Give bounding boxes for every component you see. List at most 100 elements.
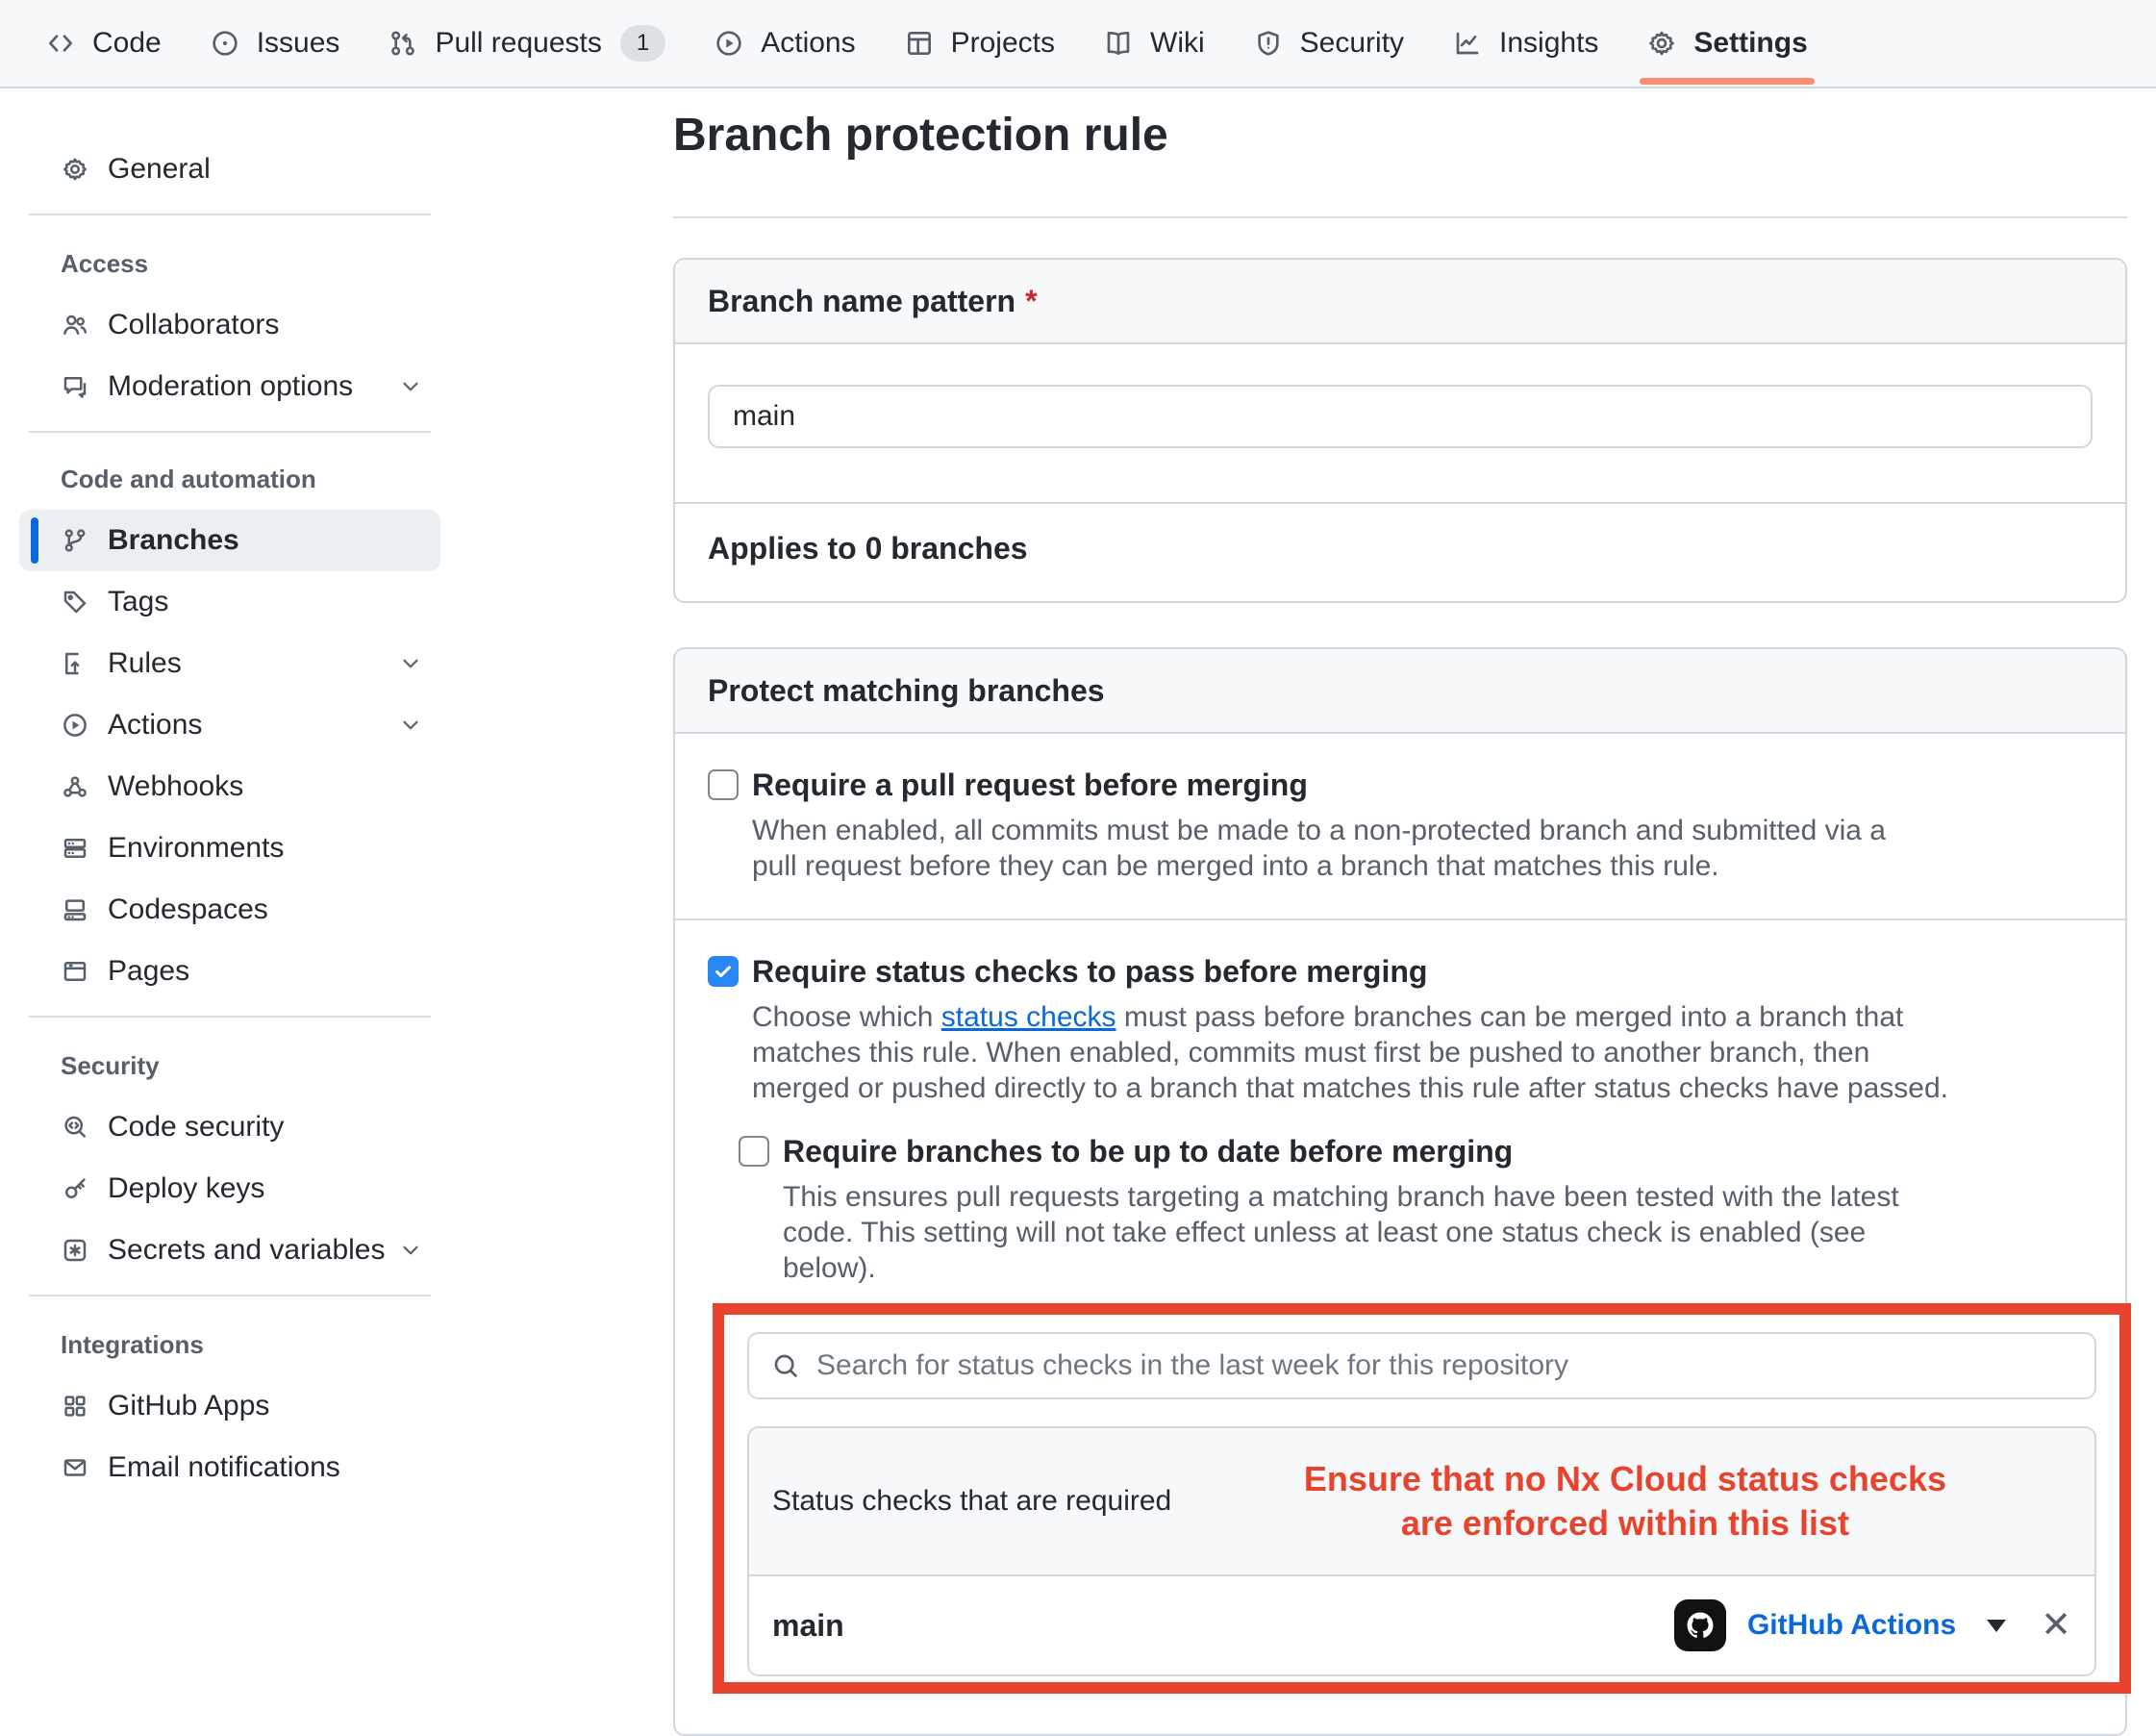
sidebar-item-moderation-options[interactable]: Moderation options [19,356,440,417]
status-checks-search-box[interactable]: Search for status checks in the last wee… [747,1332,2096,1399]
sidebar-item-environments[interactable]: Environments [19,818,440,879]
applies-to-branches-text: Applies to 0 branches [675,504,2125,601]
git-branch-icon [61,526,89,555]
sidebar-item-actions[interactable]: Actions [19,694,440,756]
branch-name-pattern-card: Branch name pattern * Applies to 0 branc… [673,258,2127,603]
sidebar-item-label: Rules [108,647,182,680]
tab-wiki[interactable]: Wiki [1079,0,1229,87]
github-actions-link[interactable]: GitHub Actions [1747,1609,1956,1642]
sidebar-item-label: GitHub Apps [108,1390,269,1422]
tab-insights[interactable]: Insights [1428,0,1622,87]
annotation-text: Ensure that no Nx Cloud status checks ar… [1304,1457,2071,1546]
sidebar-item-general[interactable]: General [19,138,440,200]
tab-projects[interactable]: Projects [880,0,1079,87]
branch-name-pattern-row [675,344,2125,504]
sidebar-item-email-notifications[interactable]: Email notifications [19,1437,440,1498]
apps-grid-icon [61,1392,89,1421]
sidebar-item-label: Email notifications [108,1451,340,1484]
page-title: Branch protection rule [673,108,2127,164]
gear-icon [61,155,89,184]
tab-label: Insights [1499,27,1598,60]
sidebar-group-access: Access [19,244,440,283]
chevron-down-icon [398,713,423,738]
require-pull-request-checkbox[interactable] [708,769,739,800]
require-status-checks-checkbox[interactable] [708,956,739,987]
shield-icon [1253,28,1284,59]
search-icon [770,1350,801,1381]
status-checks-link[interactable]: status checks [941,1001,1116,1033]
chevron-down-icon [398,1238,423,1263]
remove-status-check-icon[interactable]: ✕ [2041,1607,2071,1644]
protect-matching-branches-label: Protect matching branches [708,673,1105,709]
sidebar-item-pages[interactable]: Pages [19,941,440,1002]
asterisk-box-icon [61,1236,89,1265]
settings-sidebar: General Access Collaborators Moderation … [19,88,440,1498]
annotation-line-2: are enforced within this list [1401,1503,1849,1543]
branch-name-pattern-header: Branch name pattern * [675,260,2125,344]
sidebar-item-branches[interactable]: Branches [19,510,440,571]
browser-icon [61,957,89,986]
sidebar-item-collaborators[interactable]: Collaborators [19,294,440,356]
tab-settings[interactable]: Settings [1622,0,1831,87]
sidebar-group-security: Security [19,1046,440,1085]
tab-label: Wiki [1150,27,1205,60]
tab-actions[interactable]: Actions [689,0,879,87]
codespaces-icon [61,895,89,924]
required-status-checks-table: Status checks that are required Ensure t… [747,1426,2096,1676]
projects-table-icon [904,28,935,59]
mail-icon [61,1453,89,1482]
sidebar-item-webhooks[interactable]: Webhooks [19,756,440,818]
sidebar-item-code-security[interactable]: Code security [19,1096,440,1158]
annotation-highlight-box: Search for status checks in the last wee… [713,1303,2131,1694]
sidebar-item-rules[interactable]: Rules [19,633,440,694]
sidebar-group-code-automation: Code and automation [19,460,440,498]
github-actions-logo [1674,1599,1726,1651]
row-dropdown-caret[interactable] [1987,1620,2006,1632]
option-require-up-to-date: Require branches to be up to date before… [739,1133,2093,1286]
option-description: Choose which status checks must pass bef… [752,999,1954,1106]
description-text: Choose which [752,1001,941,1033]
title-divider [673,216,2127,218]
option-require-pull-request: Require a pull request before merging Wh… [675,734,2125,920]
branch-name-pattern-input[interactable] [708,385,2093,448]
sidebar-item-secrets-variables[interactable]: Secrets and variables [19,1220,440,1281]
repo-tab-bar: Code Issues Pull requests 1 Actions Proj… [0,0,2156,88]
sidebar-item-label: Deploy keys [108,1172,264,1205]
sidebar-group-integrations: Integrations [19,1325,440,1364]
tab-code[interactable]: Code [21,0,186,87]
require-up-to-date-checkbox[interactable] [739,1136,769,1167]
option-label: Require a pull request before merging [752,767,1308,803]
option-description: This ensures pull requests targeting a m… [783,1179,1942,1286]
chevron-down-icon [398,374,423,399]
tab-issues[interactable]: Issues [186,0,364,87]
sidebar-item-tags[interactable]: Tags [19,571,440,633]
sidebar-divider [29,214,431,215]
sidebar-divider [29,431,431,433]
chevron-down-icon [398,651,423,676]
sidebar-item-github-apps[interactable]: GitHub Apps [19,1375,440,1437]
play-circle-icon [61,711,89,740]
gear-icon [1646,28,1677,59]
status-check-row: main GitHub Actions ✕ [749,1576,2094,1674]
sidebar-item-label: Collaborators [108,309,279,341]
sidebar-item-codespaces[interactable]: Codespaces [19,879,440,941]
webhook-icon [61,772,89,801]
required-asterisk: * [1025,284,1037,319]
code-icon [45,28,76,59]
tab-label: Issues [257,27,340,60]
tag-icon [61,588,89,616]
option-label: Require status checks to pass before mer… [752,953,1427,990]
table-header-label: Status checks that are required [772,1485,1171,1518]
sidebar-item-deploy-keys[interactable]: Deploy keys [19,1158,440,1220]
wiki-book-icon [1103,28,1134,59]
protect-matching-branches-card: Protect matching branches Require a pull… [673,647,2127,1736]
tab-pull-requests[interactable]: Pull requests 1 [364,0,689,87]
tab-security[interactable]: Security [1229,0,1428,87]
sidebar-item-label: Webhooks [108,770,243,803]
graph-icon [1452,28,1483,59]
sidebar-item-label: General [108,153,211,186]
sidebar-item-label: Environments [108,832,284,865]
server-icon [61,834,89,863]
sidebar-item-label: Codespaces [108,893,268,926]
option-require-status-checks: Require status checks to pass before mer… [675,920,2125,1734]
